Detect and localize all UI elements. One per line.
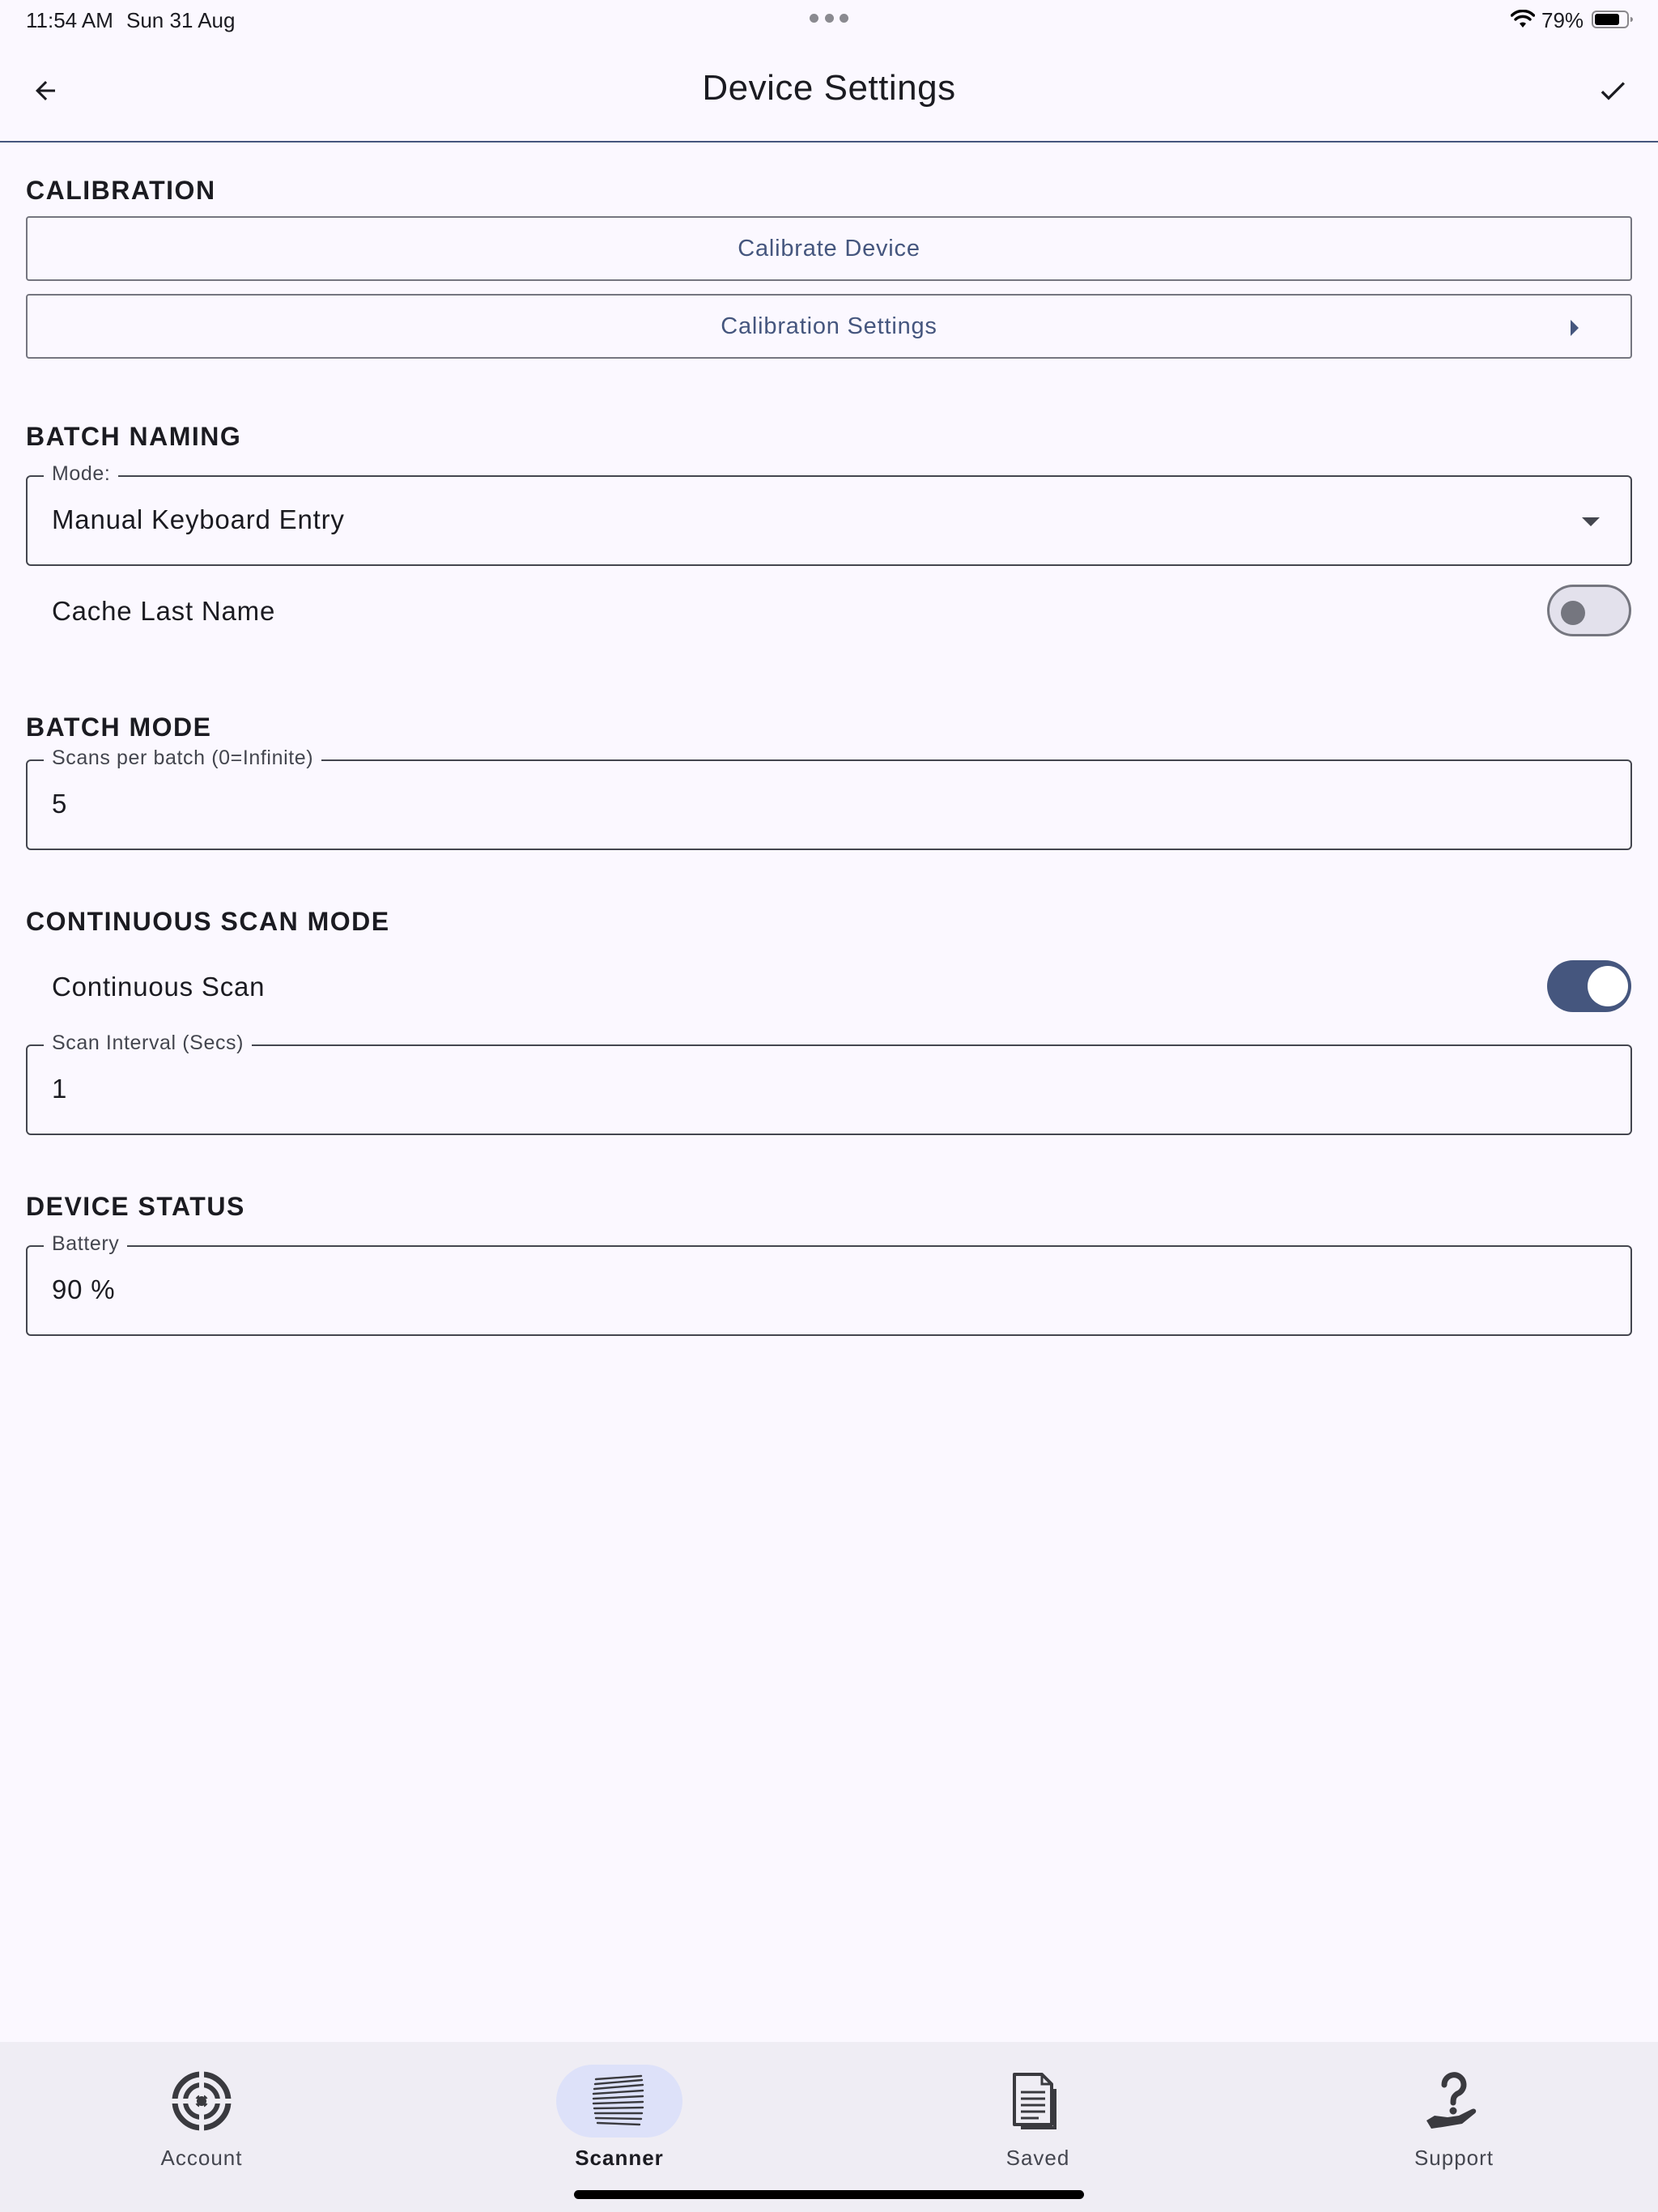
- nav-item-support[interactable]: Support: [1357, 2055, 1551, 2176]
- nav-icon-container: [138, 2065, 265, 2138]
- nav-label-scanner: Scanner: [575, 2146, 664, 2170]
- device-settings-screen: 11:54 AM Sun 31 Aug 79% Device Settings: [0, 0, 1658, 2212]
- calibrate-device-button[interactable]: Calibrate Device: [26, 216, 1632, 281]
- section-title-batch-mode: BATCH MODE: [26, 713, 212, 742]
- help-hand-icon: [1426, 2072, 1477, 2129]
- scan-interval-value: 1: [52, 1074, 68, 1104]
- section-title-batch-naming: BATCH NAMING: [26, 422, 242, 451]
- status-time: 11:54 AM: [26, 8, 113, 32]
- calibrate-device-label: Calibrate Device: [738, 235, 920, 262]
- document-icon: [1013, 2073, 1056, 2129]
- bottom-navigation: Account Scanner Saved Support: [0, 2042, 1658, 2212]
- battery-label: Battery: [44, 1232, 128, 1256]
- continuous-scan-toggle[interactable]: [1547, 960, 1631, 1012]
- cache-last-name-toggle[interactable]: [1547, 585, 1631, 636]
- nav-label-saved: Saved: [1005, 2146, 1070, 2170]
- section-title-device-status: DEVICE STATUS: [26, 1192, 245, 1221]
- nav-icon-container: [975, 2065, 1101, 2138]
- dropdown-arrow-icon: [1582, 517, 1600, 526]
- mode-label: Mode:: [44, 462, 119, 486]
- multitasking-dots-icon[interactable]: [810, 11, 848, 24]
- home-indicator[interactable]: [574, 2190, 1084, 2199]
- toggle-knob: [1588, 966, 1628, 1006]
- section-title-continuous-scan: CONTINUOUS SCAN MODE: [26, 907, 390, 936]
- confirm-button[interactable]: [1587, 65, 1639, 117]
- scans-per-batch-value: 5: [52, 789, 68, 819]
- scans-per-batch-field[interactable]: Scans per batch (0=Infinite) 5: [26, 747, 1632, 850]
- calibration-settings-label: Calibration Settings: [721, 313, 937, 339]
- top-app-bar: Device Settings: [0, 39, 1658, 143]
- battery-percent: 79%: [1541, 8, 1584, 32]
- nav-icon-container: [556, 2065, 682, 2138]
- battery-value: 90 %: [52, 1274, 116, 1304]
- scan-interval-field[interactable]: Scan Interval (Secs) 1: [26, 1032, 1632, 1135]
- cache-last-name-label: Cache Last Name: [52, 596, 276, 626]
- nav-item-account[interactable]: Account: [104, 2055, 299, 2176]
- battery-icon: [1592, 11, 1633, 28]
- nav-label-account: Account: [160, 2146, 243, 2170]
- check-icon: [1601, 82, 1625, 100]
- mode-value: Manual Keyboard Entry: [52, 504, 345, 534]
- calibration-settings-button[interactable]: Calibration Settings: [26, 294, 1632, 359]
- caret-right-icon: [1571, 320, 1579, 336]
- continuous-scan-label: Continuous Scan: [52, 972, 266, 1002]
- nav-item-saved[interactable]: Saved: [941, 2055, 1135, 2176]
- scan-interval-label: Scan Interval (Secs): [44, 1032, 253, 1055]
- target-icon: [171, 2070, 232, 2132]
- page-title: Device Settings: [702, 68, 956, 108]
- section-title-calibration: CALIBRATION: [26, 176, 216, 205]
- status-bar: 11:54 AM Sun 31 Aug 79%: [0, 0, 1658, 39]
- battery-field: Battery 90 %: [26, 1232, 1632, 1336]
- nav-icon-container: [1391, 2065, 1517, 2138]
- toggle-knob: [1561, 601, 1585, 625]
- scanner-icon: [592, 2074, 644, 2126]
- nav-label-support: Support: [1414, 2146, 1494, 2170]
- batch-naming-mode-select[interactable]: Mode: Manual Keyboard Entry: [26, 462, 1632, 566]
- nav-item-scanner[interactable]: Scanner: [522, 2055, 716, 2176]
- status-date: Sun 31 Aug: [126, 8, 236, 32]
- wifi-icon: [1511, 10, 1535, 28]
- scans-per-batch-label: Scans per batch (0=Infinite): [44, 747, 322, 770]
